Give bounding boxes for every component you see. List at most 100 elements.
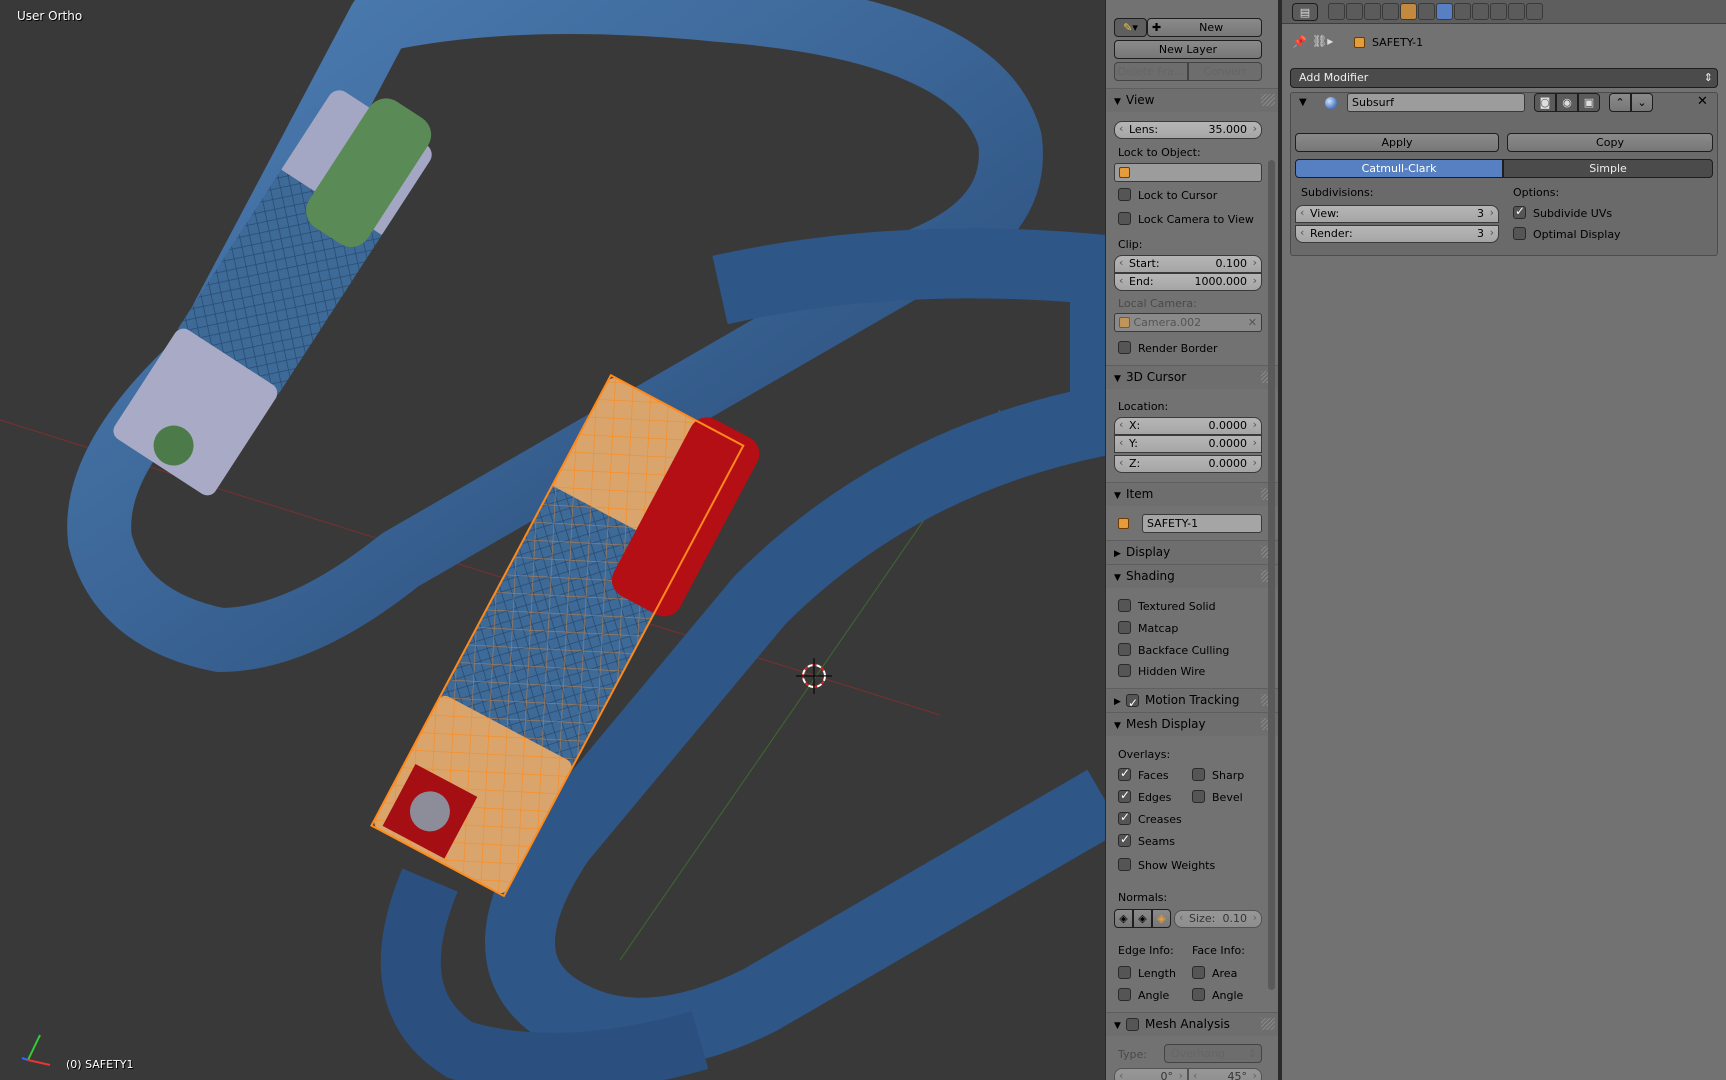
mesh-display-panel-header[interactable]: ▼ Mesh Display xyxy=(1106,712,1278,736)
local-camera-field[interactable]: Camera.002 ✕ xyxy=(1114,313,1262,332)
edge-info-label: Edge Info: xyxy=(1118,944,1174,957)
matcap-checkbox[interactable] xyxy=(1118,621,1131,634)
draw-tool-button[interactable]: ✎▾ xyxy=(1114,18,1147,37)
area-label: Area xyxy=(1212,967,1238,980)
lock-object-field[interactable] xyxy=(1114,163,1262,182)
lock-camera-checkbox[interactable] xyxy=(1118,212,1131,225)
drag-handle-icon[interactable] xyxy=(1261,94,1275,106)
modifier-name-field[interactable]: Subsurf xyxy=(1347,93,1525,112)
tab-object[interactable] xyxy=(1400,3,1417,20)
convert-button[interactable]: Convert xyxy=(1188,62,1262,81)
cursor-y-field[interactable]: Y:0.0000 xyxy=(1114,435,1262,453)
lens-field[interactable]: Lens:35.000 xyxy=(1114,121,1262,139)
show-editmode-toggle[interactable]: ▣ xyxy=(1578,93,1600,112)
motion-tracking-panel-header[interactable]: ▶Motion Tracking xyxy=(1106,688,1278,714)
catmull-clark-option[interactable]: Catmull-Clark xyxy=(1295,159,1503,178)
cursor-z-field[interactable]: Z:0.0000 xyxy=(1114,455,1262,473)
apply-button[interactable]: Apply xyxy=(1295,133,1499,152)
overlays-label: Overlays: xyxy=(1118,748,1171,761)
tab-particles[interactable] xyxy=(1508,3,1525,20)
analysis-min-field[interactable]: 0° xyxy=(1114,1068,1188,1080)
delete-frame-button[interactable]: Delete Fra... xyxy=(1114,62,1188,81)
analysis-type-label: Type: xyxy=(1118,1048,1147,1061)
tab-world[interactable] xyxy=(1382,3,1399,20)
3d-viewport[interactable]: User Ortho (0) SAFETY1 xyxy=(0,0,1105,1080)
sharp-label: Sharp xyxy=(1212,769,1245,782)
length-checkbox[interactable] xyxy=(1118,966,1131,979)
clip-end-field[interactable]: End:1000.000 xyxy=(1114,273,1262,291)
cursor-panel-header[interactable]: ▼ 3D Cursor xyxy=(1106,365,1278,389)
object-name-field[interactable]: SAFETY-1 xyxy=(1142,514,1262,533)
object-cube-icon xyxy=(1118,518,1129,529)
bevel-checkbox[interactable] xyxy=(1192,790,1205,803)
analysis-type-dropdown[interactable]: Overhang ⇕ xyxy=(1164,1044,1262,1063)
show-render-toggle[interactable]: ◙ xyxy=(1534,93,1556,112)
copy-button[interactable]: Copy xyxy=(1507,133,1713,152)
editmode-icon: ▣ xyxy=(1583,96,1595,109)
tab-data[interactable] xyxy=(1454,3,1471,20)
tab-material[interactable] xyxy=(1472,3,1489,20)
collapse-triangle-icon: ▼ xyxy=(1114,97,1121,107)
eye-icon: ◉ xyxy=(1562,96,1572,109)
new-layer-button[interactable]: New Layer xyxy=(1114,40,1262,59)
hidden-wire-checkbox[interactable] xyxy=(1118,664,1131,677)
tab-render-layers[interactable] xyxy=(1346,3,1363,20)
collapse-triangle-icon[interactable]: ▼ xyxy=(1299,97,1307,108)
mesh-analysis-checkbox[interactable] xyxy=(1126,1018,1139,1031)
show-viewport-toggle[interactable]: ◉ xyxy=(1556,93,1578,112)
clip-start-field[interactable]: Start:0.100 xyxy=(1114,255,1262,273)
mesh-analysis-panel-header[interactable]: ▼ Mesh Analysis xyxy=(1106,1012,1278,1036)
tab-scene[interactable] xyxy=(1364,3,1381,20)
render-border-checkbox[interactable] xyxy=(1118,341,1131,354)
normals-size-field[interactable]: Size:0.10 xyxy=(1174,910,1262,928)
view-panel-header[interactable]: ▼ View xyxy=(1106,88,1278,112)
creases-checkbox[interactable] xyxy=(1118,810,1131,825)
clear-icon[interactable]: ✕ xyxy=(1248,314,1257,331)
close-icon[interactable]: ✕ xyxy=(1697,94,1708,109)
backface-culling-checkbox[interactable] xyxy=(1118,643,1131,656)
motion-tracking-checkbox[interactable] xyxy=(1126,692,1139,714)
subdivide-uvs-checkbox[interactable] xyxy=(1513,204,1526,219)
lock-to-cursor-checkbox[interactable] xyxy=(1118,188,1131,201)
seams-checkbox[interactable] xyxy=(1118,832,1131,847)
tab-constraints[interactable] xyxy=(1418,3,1435,20)
cursor-x-field[interactable]: X:0.0000 xyxy=(1114,417,1262,435)
faces-checkbox[interactable] xyxy=(1118,766,1131,781)
add-modifier-dropdown[interactable]: Add Modifier ⇕ xyxy=(1290,68,1718,88)
display-panel-header[interactable]: ▶ Display xyxy=(1106,540,1278,564)
simple-option[interactable]: Simple xyxy=(1503,159,1713,178)
edges-checkbox[interactable] xyxy=(1118,788,1131,803)
tab-texture[interactable] xyxy=(1490,3,1507,20)
textured-solid-checkbox[interactable] xyxy=(1118,599,1131,612)
move-up-button[interactable]: ⌃ xyxy=(1609,93,1631,112)
face-normals-button[interactable]: ◈ xyxy=(1152,909,1171,928)
panel-scrollbar[interactable] xyxy=(1268,160,1275,990)
seams-label: Seams xyxy=(1138,835,1175,848)
new-gpencil-button[interactable]: ✚ New xyxy=(1147,18,1262,37)
vertex-normal-icon: ◈ xyxy=(1119,912,1128,925)
face-angle-checkbox[interactable] xyxy=(1192,988,1205,1001)
tab-modifiers[interactable] xyxy=(1436,3,1453,20)
editor-type-button[interactable]: ▤ xyxy=(1292,3,1318,21)
edge-angle-checkbox[interactable] xyxy=(1118,988,1131,1001)
expand-triangle-icon: ▶ xyxy=(1114,549,1121,559)
drag-handle-icon[interactable] xyxy=(1261,1018,1275,1030)
split-normals-button[interactable]: ◈ xyxy=(1133,909,1152,928)
tab-render[interactable] xyxy=(1328,3,1345,20)
tab-physics[interactable] xyxy=(1526,3,1543,20)
sharp-checkbox[interactable] xyxy=(1192,768,1205,781)
shading-panel-header[interactable]: ▼ Shading xyxy=(1106,564,1278,588)
area-checkbox[interactable] xyxy=(1192,966,1205,979)
move-down-button[interactable]: ⌄ xyxy=(1631,93,1653,112)
analysis-max-field[interactable]: 45° xyxy=(1188,1068,1262,1080)
pin-icon[interactable]: 📌 xyxy=(1292,35,1307,49)
camera-icon: ◙ xyxy=(1539,96,1551,109)
item-panel-header[interactable]: ▼ Item xyxy=(1106,482,1278,506)
dropdown-arrows-icon: ⇕ xyxy=(1247,1047,1257,1060)
view-name: User Ortho xyxy=(17,9,83,23)
vertex-normals-button[interactable]: ◈ xyxy=(1114,909,1133,928)
optimal-display-checkbox[interactable] xyxy=(1513,227,1526,240)
render-levels-field[interactable]: Render:3 xyxy=(1295,225,1499,243)
view-levels-field[interactable]: View:3 xyxy=(1295,205,1499,223)
show-weights-checkbox[interactable] xyxy=(1118,858,1131,871)
